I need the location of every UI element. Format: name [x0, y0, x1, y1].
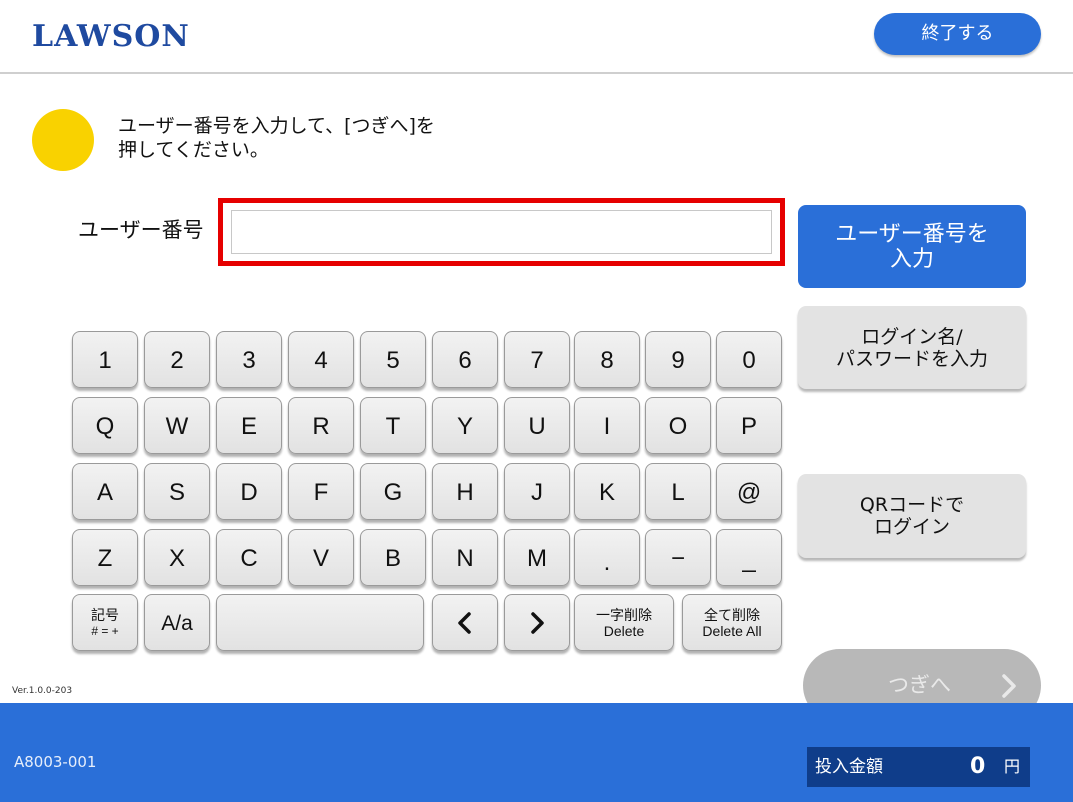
key-underscore[interactable]: _: [716, 529, 782, 586]
key-f[interactable]: F: [288, 463, 354, 520]
inserted-amount-box: 投入金額 0 円: [807, 747, 1030, 787]
key-7[interactable]: 7: [504, 331, 570, 388]
user-number-field-highlight: [218, 198, 785, 266]
key-j[interactable]: J: [504, 463, 570, 520]
qr-login-label-1: QRコードで: [859, 494, 965, 516]
header-bar: LAWSON 終了する: [0, 0, 1073, 74]
key-u[interactable]: U: [504, 397, 570, 454]
login-name-label-1: ログイン名/: [861, 325, 963, 348]
key-x[interactable]: X: [144, 529, 210, 586]
cursor-left-key[interactable]: [432, 594, 498, 651]
key-s[interactable]: S: [144, 463, 210, 520]
inserted-amount-label: 投入金額: [815, 757, 883, 777]
chevron-left-icon: [458, 611, 471, 634]
key-z[interactable]: Z: [72, 529, 138, 586]
key-2[interactable]: 2: [144, 331, 210, 388]
key-l[interactable]: L: [645, 463, 711, 520]
enter-user-number-label-1: ユーザー番号を: [835, 221, 989, 247]
key-h[interactable]: H: [432, 463, 498, 520]
info-circle-icon: [32, 109, 94, 171]
key-1[interactable]: 1: [72, 331, 138, 388]
chevron-right-icon: [531, 611, 544, 634]
delete-key[interactable]: 一字削除 Delete: [574, 594, 674, 651]
key-6[interactable]: 6: [432, 331, 498, 388]
key-3[interactable]: 3: [216, 331, 282, 388]
key-w[interactable]: W: [144, 397, 210, 454]
key-q[interactable]: Q: [72, 397, 138, 454]
user-number-label: ユーザー番号: [78, 218, 204, 242]
enter-user-number-label-2: 入力: [889, 246, 934, 272]
instruction-text: ユーザー番号を入力して、[つぎへ]を 押してください。: [118, 114, 435, 162]
login-name-label-2: パスワードを入力: [835, 347, 988, 370]
key-period[interactable]: .: [574, 529, 640, 586]
key-5[interactable]: 5: [360, 331, 426, 388]
key-at[interactable]: @: [716, 463, 782, 520]
delete-all-key[interactable]: 全て削除 Delete All: [682, 594, 782, 651]
delete-key-label-1: 一字削除: [596, 606, 652, 623]
key-9[interactable]: 9: [645, 331, 711, 388]
delete-key-label-2: Delete: [603, 622, 645, 639]
key-g[interactable]: G: [360, 463, 426, 520]
delete-all-key-label-1: 全て削除: [704, 606, 760, 623]
symbol-key-label-2: # = +: [91, 623, 119, 638]
key-a[interactable]: A: [72, 463, 138, 520]
key-e[interactable]: E: [216, 397, 282, 454]
key-i[interactable]: I: [574, 397, 640, 454]
symbol-key-label-1: 記号: [91, 606, 119, 623]
instruction-line-2: 押してください。: [118, 139, 269, 161]
symbol-key[interactable]: 記号 # = +: [72, 594, 138, 651]
case-toggle-key[interactable]: A/a: [144, 594, 210, 651]
qr-code-login-button[interactable]: QRコードで ログイン: [798, 474, 1026, 558]
key-y[interactable]: Y: [432, 397, 498, 454]
inserted-amount-unit: 円: [1004, 757, 1021, 776]
key-k[interactable]: K: [574, 463, 640, 520]
qr-login-label-2: ログイン: [873, 516, 950, 538]
key-o[interactable]: O: [645, 397, 711, 454]
lawson-logo: LAWSON: [32, 19, 190, 54]
chevron-right-icon: [1002, 674, 1016, 698]
instruction-line-1: ユーザー番号を入力して、[つぎへ]を: [118, 115, 435, 137]
key-n[interactable]: N: [432, 529, 498, 586]
screen-id: A8003-001: [14, 753, 97, 771]
footer-bar: A8003-001 投入金額 0 円: [0, 703, 1073, 802]
key-t[interactable]: T: [360, 397, 426, 454]
cursor-right-key[interactable]: [504, 594, 570, 651]
user-number-input[interactable]: [231, 210, 772, 254]
key-b[interactable]: B: [360, 529, 426, 586]
enter-user-number-button[interactable]: ユーザー番号を 入力: [798, 205, 1026, 288]
login-name-password-button[interactable]: ログイン名/ パスワードを入力: [798, 306, 1026, 389]
key-hyphen[interactable]: −: [645, 529, 711, 586]
exit-button[interactable]: 終了する: [874, 13, 1041, 55]
key-c[interactable]: C: [216, 529, 282, 586]
key-m[interactable]: M: [504, 529, 570, 586]
delete-all-key-label-2: Delete All: [702, 622, 762, 639]
key-r[interactable]: R: [288, 397, 354, 454]
key-d[interactable]: D: [216, 463, 282, 520]
inserted-amount-value: 0: [970, 754, 986, 779]
key-p[interactable]: P: [716, 397, 782, 454]
key-8[interactable]: 8: [574, 331, 640, 388]
space-key[interactable]: [216, 594, 424, 651]
key-4[interactable]: 4: [288, 331, 354, 388]
key-v[interactable]: V: [288, 529, 354, 586]
key-0[interactable]: 0: [716, 331, 782, 388]
version-text: Ver.1.0.0-203: [12, 686, 73, 696]
